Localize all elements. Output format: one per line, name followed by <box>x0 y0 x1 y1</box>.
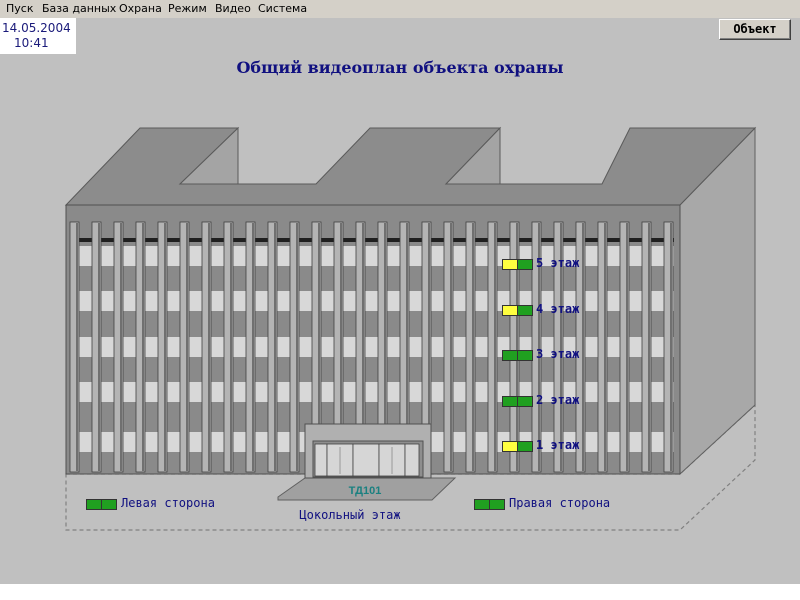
facade-pillar-shade <box>648 223 650 471</box>
floor-1-label: 1 этаж <box>536 438 580 452</box>
facade-pillar-shade <box>76 223 78 471</box>
facade-pillar-shade <box>670 223 672 471</box>
facade-pillar-shade <box>252 223 254 471</box>
left-side-indicator-2 <box>101 499 117 510</box>
entrance-label[interactable]: ТД101 <box>330 485 400 497</box>
facade-pillar-shade <box>230 223 232 471</box>
right-side-indicator-1 <box>474 499 490 510</box>
floor-3-indicator-1 <box>502 350 518 361</box>
facade-pillar-shade <box>164 223 166 471</box>
basement-label[interactable]: Цокольный этаж <box>270 508 430 522</box>
right-side-control[interactable]: Правая сторона <box>474 496 664 512</box>
facade-pillar-shade <box>274 223 276 471</box>
floor-4-control[interactable]: 4 этаж <box>502 302 600 318</box>
entrance-side-window-left <box>314 443 328 477</box>
floor-4-indicator-1 <box>502 305 518 316</box>
facade-pillar-shade <box>626 223 628 471</box>
right-side-indicator-2 <box>489 499 505 510</box>
floor-4-label: 4 этаж <box>536 302 580 316</box>
floor-3-control[interactable]: 3 этаж <box>502 347 600 363</box>
floor-1-control[interactable]: 1 этаж <box>502 438 600 454</box>
building-roof <box>64 127 757 206</box>
floor-1-indicator-2 <box>517 441 533 452</box>
floor-5-label: 5 этаж <box>536 256 580 270</box>
floor-5-indicator-2 <box>517 259 533 270</box>
facade-pillar-shade <box>472 223 474 471</box>
floor-1-indicator-1 <box>502 441 518 452</box>
left-side-control[interactable]: Левая сторона <box>86 496 266 512</box>
right-side-label: Правая сторона <box>509 496 611 510</box>
floor-3-indicator-2 <box>517 350 533 361</box>
facade-pillar-shade <box>604 223 606 471</box>
facade-pillar-shade <box>208 223 210 471</box>
floor-5-control[interactable]: 5 этаж <box>502 256 600 272</box>
floor-2-control[interactable]: 2 этаж <box>502 393 600 409</box>
floor-5-indicator-1 <box>502 259 518 270</box>
left-side-indicator-1 <box>86 499 102 510</box>
floor-3-label: 3 этаж <box>536 347 580 361</box>
facade-pillar-shade <box>120 223 122 471</box>
facade-pillar-shade <box>494 223 496 471</box>
entrance-door-center <box>352 443 380 477</box>
facade-pillar-shade <box>296 223 298 471</box>
floor-4-indicator-2 <box>517 305 533 316</box>
facade-pillar-shade <box>98 223 100 471</box>
status-strip <box>0 584 800 600</box>
facade-pillar-shade <box>142 223 144 471</box>
floor-2-indicator-1 <box>502 396 518 407</box>
entrance-side-window-right <box>404 443 420 477</box>
facade-pillar-shade <box>450 223 452 471</box>
facade-pillar-shade <box>186 223 188 471</box>
left-side-label: Левая сторона <box>121 496 215 510</box>
floor-2-label: 2 этаж <box>536 393 580 407</box>
floor-2-indicator-2 <box>517 396 533 407</box>
